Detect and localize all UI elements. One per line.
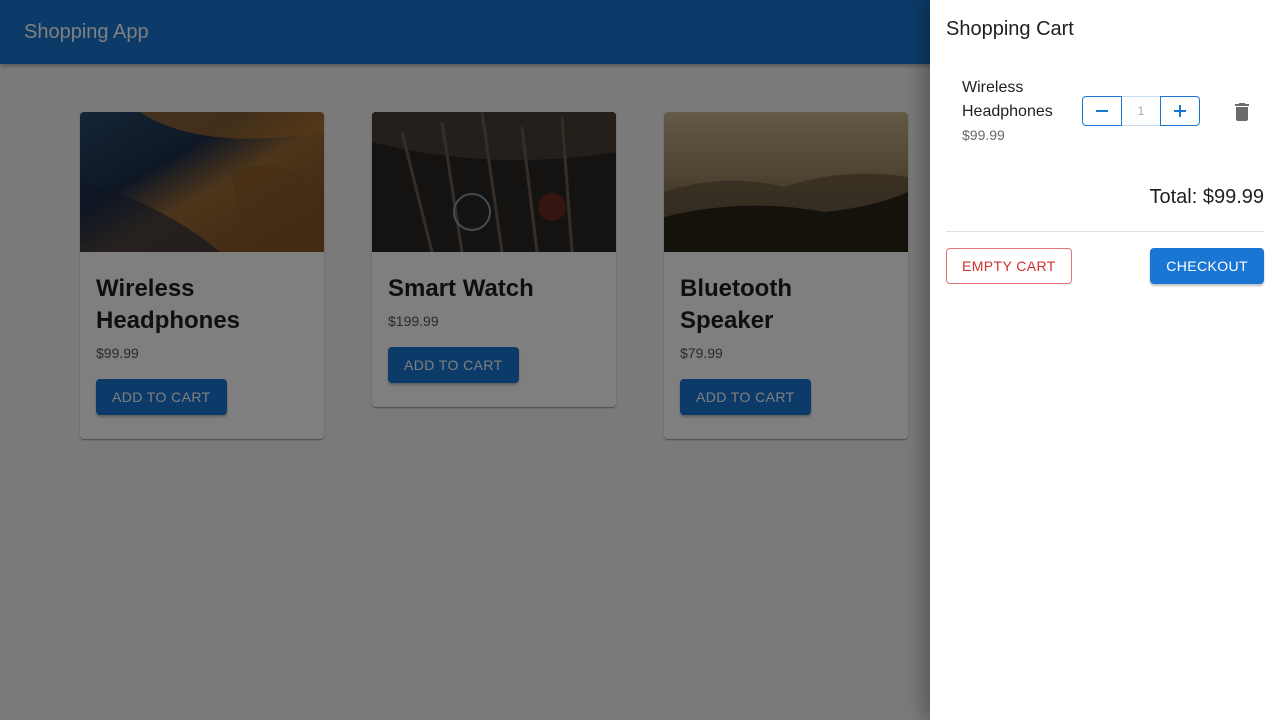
trash-icon[interactable] xyxy=(1230,100,1254,124)
empty-cart-button[interactable]: EMPTY CART xyxy=(946,248,1072,284)
cart-item: Wireless Headphones $99.99 1 xyxy=(962,76,1264,148)
increase-quantity-button[interactable] xyxy=(1160,96,1200,126)
divider xyxy=(946,231,1264,232)
cart-drawer: Shopping Cart Wireless Headphones $99.99… xyxy=(930,0,1280,720)
cart-item-name: Wireless Headphones xyxy=(962,79,1053,120)
cart-total: Total: $99.99 xyxy=(1149,186,1264,208)
quantity-value: 1 xyxy=(1122,96,1160,126)
quantity-stepper: 1 xyxy=(1082,96,1200,126)
checkout-button[interactable]: CHECKOUT xyxy=(1150,248,1264,284)
decrease-quantity-button[interactable] xyxy=(1082,96,1122,126)
cart-title: Shopping Cart xyxy=(946,18,1074,40)
minus-icon xyxy=(1096,110,1108,112)
plus-icon xyxy=(1174,105,1186,117)
cart-item-price: $99.99 xyxy=(962,127,1005,143)
